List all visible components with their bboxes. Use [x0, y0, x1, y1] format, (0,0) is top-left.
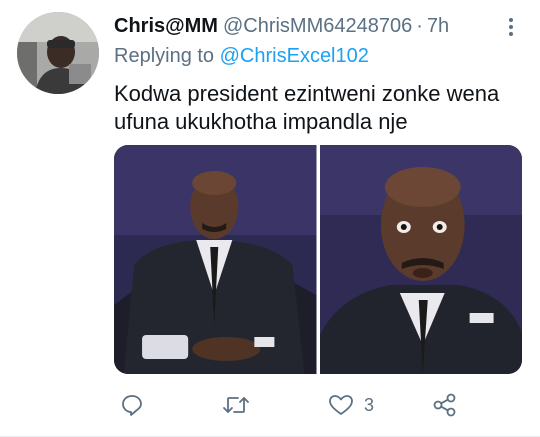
- user-handle[interactable]: @ChrisMM64248706: [223, 15, 412, 38]
- share-button[interactable]: [432, 388, 458, 422]
- retweet-button[interactable]: [222, 388, 250, 422]
- tweet[interactable]: Chris@MM @ChrisMM64248706 · 7h Replying …: [0, 0, 540, 437]
- retweet-icon: [222, 393, 250, 417]
- display-name[interactable]: Chris@MM: [114, 15, 218, 38]
- separator-dot: ·: [416, 14, 423, 37]
- like-count: 3: [364, 394, 375, 415]
- reply-button[interactable]: [120, 388, 144, 422]
- media-photo-left[interactable]: [114, 145, 317, 374]
- tweet-media[interactable]: [114, 145, 522, 374]
- replying-to: Replying to @ChrisExcel102: [114, 45, 369, 68]
- heart-icon: [328, 393, 354, 417]
- tweet-actions: 3: [114, 388, 514, 422]
- timestamp[interactable]: 7h: [427, 15, 449, 38]
- like-button[interactable]: 3: [328, 388, 374, 422]
- more-vertical-icon[interactable]: [505, 14, 517, 40]
- media-photo-right[interactable]: [319, 145, 522, 374]
- replying-to-mention[interactable]: @ChrisExcel102: [220, 45, 369, 67]
- replying-to-label: Replying to: [114, 45, 220, 67]
- avatar[interactable]: [17, 12, 99, 94]
- tweet-text: Kodwa president ezintweni zonke wena ufu…: [114, 81, 500, 134]
- reply-icon: [120, 393, 144, 417]
- avatar-photo: [17, 12, 99, 94]
- tweet-header: Chris@MM @ChrisMM64248706 · 7h: [114, 13, 449, 39]
- share-icon: [432, 392, 458, 418]
